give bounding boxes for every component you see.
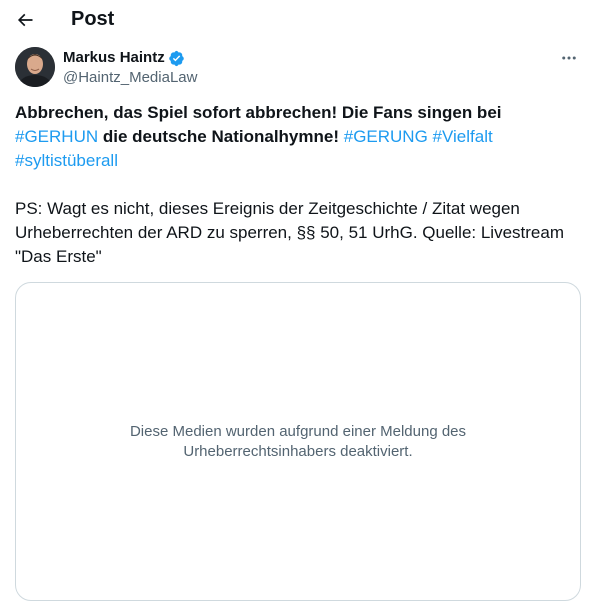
more-dots-icon [562, 56, 576, 60]
more-options-button[interactable] [557, 47, 581, 69]
arrow-left-icon [17, 13, 33, 27]
tweet-ps-line-1: PS: Wagt es nicht, dieses Ereignis der Z… [15, 199, 520, 218]
avatar[interactable] [15, 47, 55, 87]
verified-badge-icon [168, 50, 184, 66]
tweet-line-1: Abbrechen, das Spiel sofort abbrechen! D… [15, 103, 502, 122]
media-disabled-notice: Diese Medien wurden aufgrund einer Meldu… [129, 422, 467, 460]
top-bar: Post [0, 0, 592, 40]
page-title: Post [71, 8, 115, 30]
author-handle[interactable]: @Haintz_MediaLaw [63, 68, 197, 88]
hashtag-gerung[interactable]: #GERUNG [344, 127, 428, 146]
tweet-ps-line-2: Urheberrechten der ARD zu sperren, §§ 50… [15, 223, 564, 242]
avatar-image [15, 47, 55, 87]
tweet-line-2: #GERHUN die deutsche Nationalhymne! #GER… [15, 125, 581, 149]
media-disabled-box: Diese Medien wurden aufgrund einer Meldu… [15, 282, 581, 601]
back-button[interactable] [10, 5, 40, 35]
tweet-line-2-text: die deutsche Nationalhymne! [98, 127, 344, 146]
post-page: Post Markus Haintz @Haintz_MediaLaw Abbr… [0, 0, 592, 610]
author-name-line: Markus Haintz [63, 48, 185, 68]
tweet-ps-line-3: "Das Erste" [15, 247, 102, 266]
tweet-text: Abbrechen, das Spiel sofort abbrechen! D… [15, 101, 581, 269]
hashtag-vielfalt[interactable]: #Vielfalt [433, 127, 493, 146]
hashtag-gerhun[interactable]: #GERHUN [15, 127, 98, 146]
author-row: Markus Haintz @Haintz_MediaLaw [15, 47, 581, 89]
author-name[interactable]: Markus Haintz [63, 48, 165, 68]
tweet-line-3: #syltistüberall [15, 149, 581, 173]
hashtag-syltistueberall[interactable]: #syltistüberall [15, 151, 118, 170]
